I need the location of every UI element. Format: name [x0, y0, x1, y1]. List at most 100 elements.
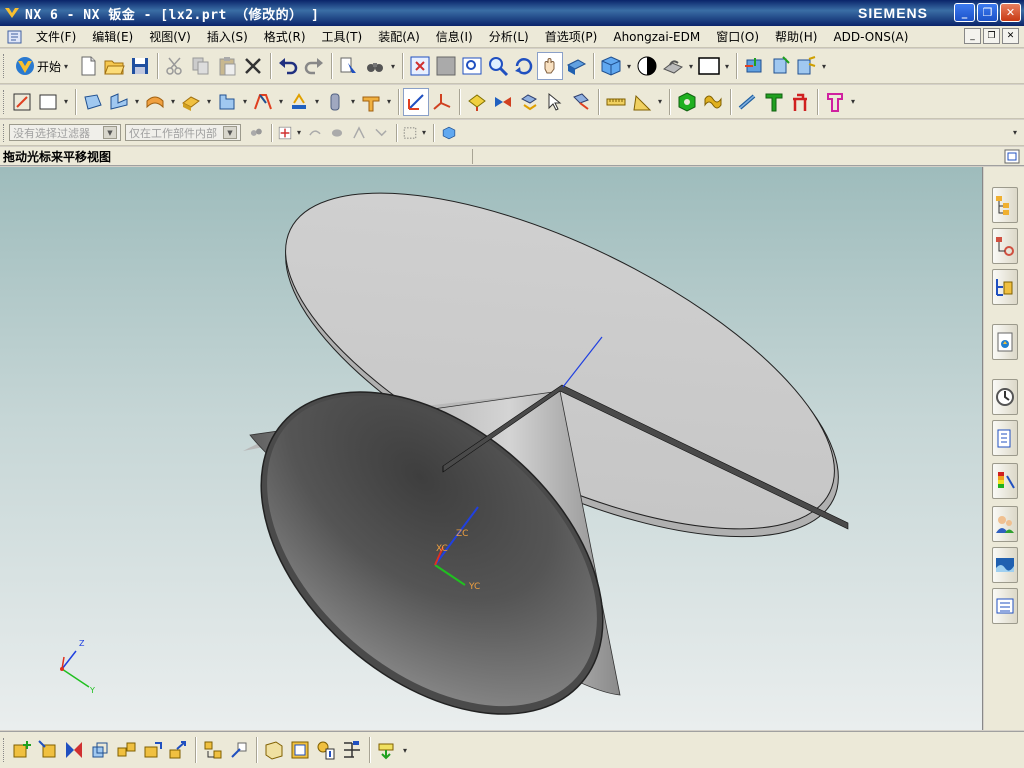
chevron-down-icon[interactable]: ▾ [168, 97, 178, 106]
unbend-button[interactable] [286, 88, 312, 116]
wave-button[interactable] [139, 736, 165, 764]
mate-button[interactable] [61, 736, 87, 764]
close-button[interactable]: ✕ [1000, 3, 1021, 22]
mdi-restore-button[interactable]: ❐ [983, 28, 1000, 44]
toolbar-grip[interactable] [3, 738, 6, 762]
clone-button[interactable] [200, 736, 226, 764]
chevron-down-icon[interactable]: ▾ [294, 128, 304, 137]
menu-window[interactable]: 窗口(O) [708, 28, 767, 45]
jog-button[interactable] [250, 88, 276, 116]
move-component-button[interactable] [35, 736, 61, 764]
constraint-navigator-tab[interactable] [992, 228, 1018, 264]
menu-format[interactable]: 格式(R) [256, 28, 314, 45]
reuse-library-tab[interactable] [992, 324, 1018, 360]
menu-tools[interactable]: 工具(T) [314, 28, 371, 45]
redo-button[interactable] [301, 52, 327, 80]
chevron-down-icon[interactable]: ▾ [312, 97, 322, 106]
snap-c-button[interactable] [348, 119, 370, 147]
copy-button[interactable] [188, 52, 214, 80]
history-tab[interactable] [992, 379, 1018, 415]
status-window-icon[interactable] [1004, 149, 1020, 164]
system-materials-tab[interactable] [992, 420, 1018, 456]
menu-information[interactable]: 信息(I) [428, 28, 481, 45]
information-button[interactable] [336, 52, 362, 80]
simulation-tab[interactable] [992, 588, 1018, 624]
toolbar-grip[interactable] [3, 54, 6, 78]
corner-button[interactable] [214, 88, 240, 116]
snap-a-button[interactable] [304, 119, 326, 147]
explode-button[interactable] [113, 736, 139, 764]
pin-button[interactable] [735, 88, 761, 116]
menu-insert[interactable]: 插入(S) [199, 28, 256, 45]
part-navigator-tab[interactable] [992, 269, 1018, 305]
properties-button[interactable] [313, 736, 339, 764]
save-button[interactable] [127, 52, 153, 80]
where-used-button[interactable] [339, 736, 365, 764]
tool-b-button[interactable] [793, 52, 819, 80]
chevron-down-icon[interactable]: ▾ [384, 97, 394, 106]
csys-button[interactable] [429, 88, 455, 116]
restore-button[interactable]: ❐ [977, 3, 998, 22]
chevron-down-icon[interactable]: ▾ [400, 746, 410, 755]
mdi-close-button[interactable]: ✕ [1002, 28, 1019, 44]
sketch-button[interactable] [9, 88, 35, 116]
menu-help[interactable]: 帮助(H) [767, 28, 825, 45]
chevron-down-icon[interactable]: ▾ [655, 97, 665, 106]
t-button[interactable] [761, 88, 787, 116]
chevron-down-icon[interactable]: ▾ [204, 97, 214, 106]
chevron-down-icon[interactable]: ▾ [848, 97, 858, 106]
bolt-button[interactable] [700, 88, 726, 116]
component-select-button[interactable] [438, 119, 460, 147]
cut-button[interactable] [162, 52, 188, 80]
part-menu-icon[interactable] [6, 28, 24, 46]
select-button[interactable] [542, 88, 568, 116]
delete-button[interactable] [240, 52, 266, 80]
chevron-down-icon[interactable]: ▾ [276, 97, 286, 106]
view-triad-button[interactable] [741, 52, 767, 80]
zoom-button[interactable] [485, 52, 511, 80]
type-filter-select[interactable]: 没有选择过滤器 ▼ [9, 124, 121, 141]
pan-button[interactable] [537, 52, 564, 80]
minimize-button[interactable]: _ [954, 3, 975, 22]
fit-button[interactable] [407, 52, 433, 80]
reposition-button[interactable] [87, 736, 113, 764]
assembly-constraints-button[interactable] [374, 736, 400, 764]
background-button[interactable] [696, 52, 722, 80]
tool-a-button[interactable] [767, 52, 793, 80]
hex-button[interactable] [674, 88, 700, 116]
chevron-down-icon[interactable]: ▾ [419, 128, 429, 137]
menu-analysis[interactable]: 分析(L) [481, 28, 537, 45]
snap-d-button[interactable] [370, 119, 392, 147]
contour-button[interactable] [142, 88, 168, 116]
palette-tab[interactable] [992, 463, 1018, 499]
rectangle-select-button[interactable] [401, 119, 419, 147]
clamp-button[interactable] [822, 88, 848, 116]
reference-set-button[interactable] [287, 736, 313, 764]
start-button[interactable]: 开始 ▾ [9, 52, 75, 80]
display-button[interactable] [660, 52, 686, 80]
measure-button[interactable] [603, 88, 629, 116]
toolbar-grip[interactable] [3, 89, 6, 114]
shaded-button[interactable] [598, 52, 624, 80]
chevron-down-icon[interactable]: ▾ [1010, 128, 1020, 137]
system-scenes-tab[interactable] [992, 547, 1018, 583]
rotate-button[interactable] [511, 52, 537, 80]
chevron-down-icon[interactable]: ▾ [132, 97, 142, 106]
filter-settings-button[interactable] [245, 119, 267, 147]
chevron-down-icon[interactable]: ▾ [240, 97, 250, 106]
menu-edit[interactable]: 编辑(E) [84, 28, 141, 45]
bend-button[interactable] [178, 88, 204, 116]
menu-assemblies[interactable]: 装配(A) [370, 28, 428, 45]
rect-button[interactable] [35, 88, 61, 116]
menu-preferences[interactable]: 首选项(P) [537, 28, 606, 45]
chevron-down-icon[interactable]: ▾ [61, 97, 71, 106]
nx-app-icon[interactable] [3, 4, 21, 22]
chevron-down-icon[interactable]: ▾ [686, 62, 696, 71]
assembly-cut-button[interactable] [261, 736, 287, 764]
model-view[interactable]: ZC XC YC Z Y [0, 167, 983, 730]
selection-scope-select[interactable]: 仅在工作部件内部 ▼ [125, 124, 241, 141]
tube-button[interactable] [322, 88, 348, 116]
tab-button[interactable] [80, 88, 106, 116]
add-component-button[interactable] [9, 736, 35, 764]
gear-button[interactable] [787, 88, 813, 116]
